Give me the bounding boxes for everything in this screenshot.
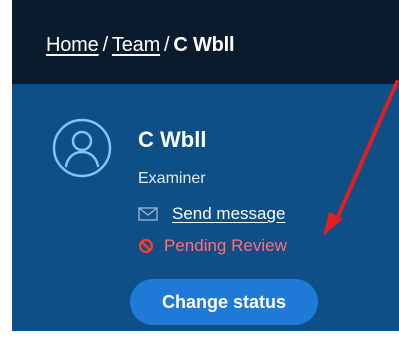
- status-text: Pending Review: [164, 236, 287, 255]
- blocked-icon: [138, 238, 154, 254]
- profile-role: Examiner: [138, 170, 206, 187]
- envelope-icon: [138, 207, 158, 221]
- user-avatar-icon: [52, 118, 112, 178]
- send-message-row: Send message: [138, 204, 285, 224]
- panel-bottom-strip: [12, 331, 399, 347]
- breadcrumb-separator: /: [164, 34, 170, 56]
- breadcrumb-team-link[interactable]: Team: [112, 34, 160, 56]
- send-message-link[interactable]: Send message: [172, 204, 285, 224]
- breadcrumb-current: C Wbll: [173, 34, 235, 56]
- change-status-button[interactable]: Change status: [130, 279, 318, 325]
- breadcrumb: Home / Team / C Wbll: [46, 34, 235, 57]
- status-row: Pending Review: [138, 236, 287, 256]
- page: Home / Team / C Wbll C Wbll Examiner Send me…: [0, 0, 399, 347]
- profile-name: C Wbll: [138, 127, 207, 152]
- breadcrumb-separator: /: [102, 34, 109, 56]
- breadcrumb-home-link[interactable]: Home: [46, 34, 99, 56]
